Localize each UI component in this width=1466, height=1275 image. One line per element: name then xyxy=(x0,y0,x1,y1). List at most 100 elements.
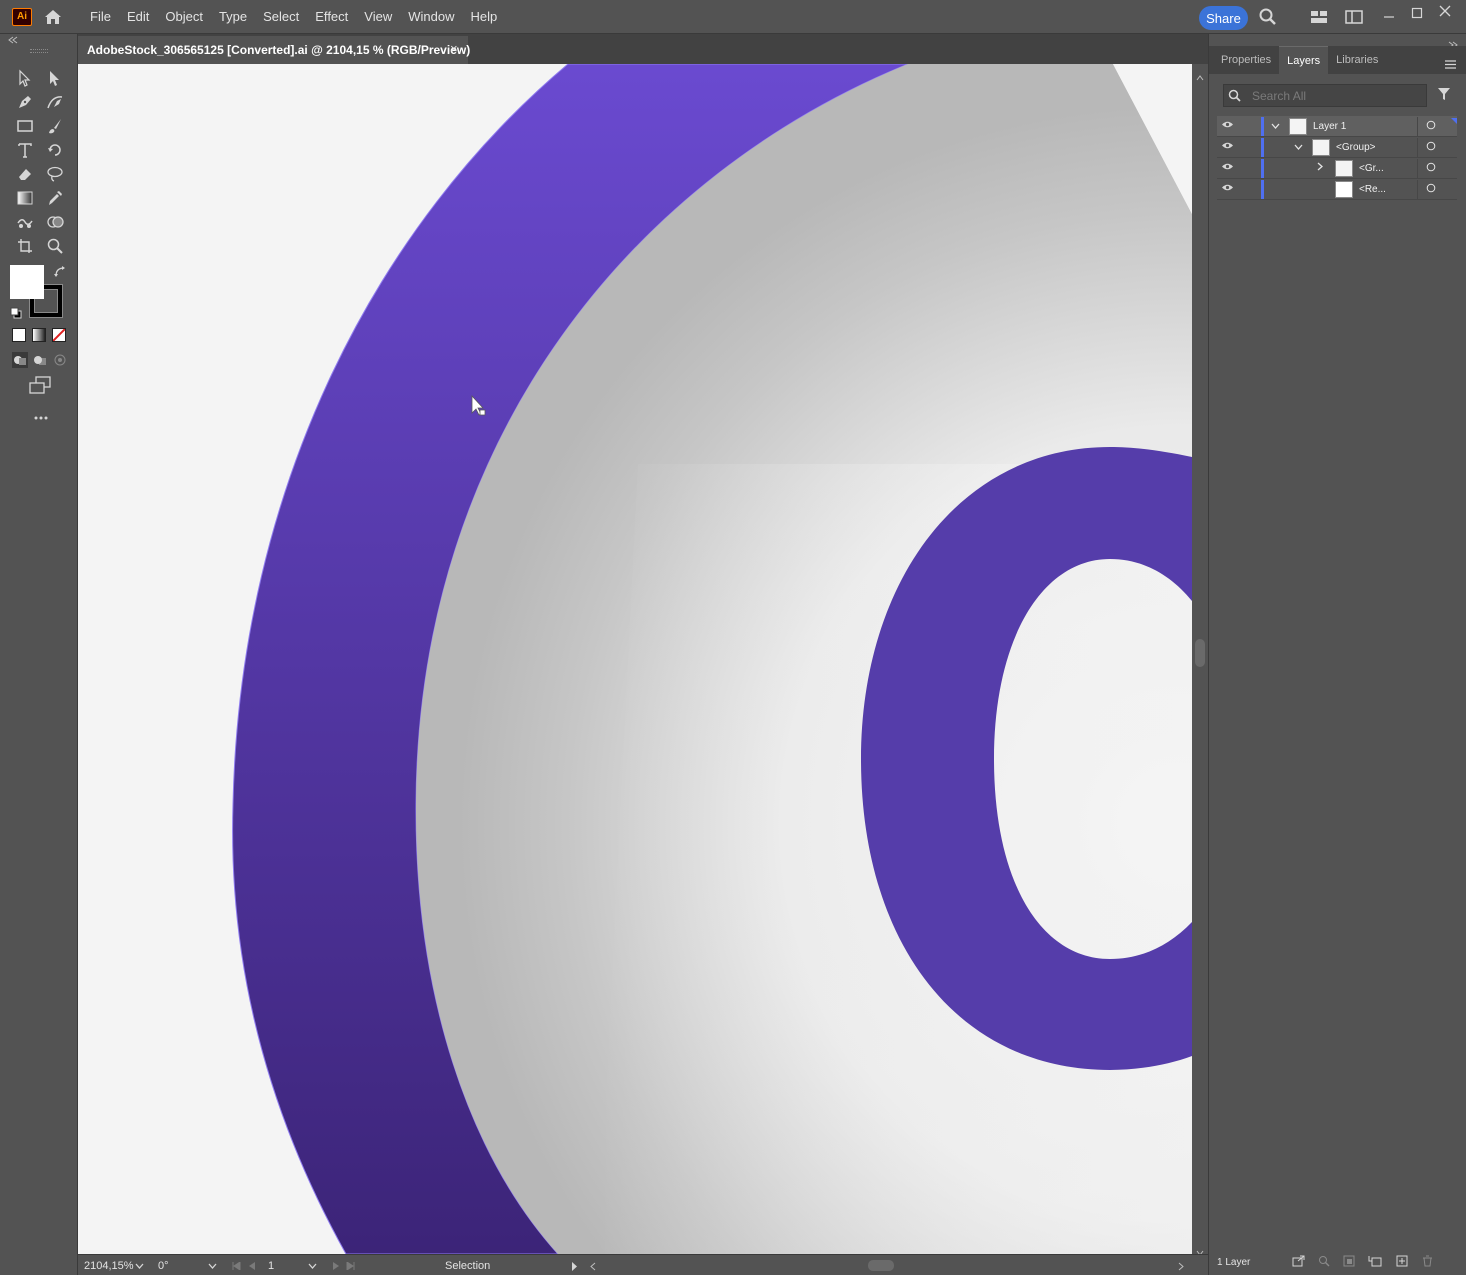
fill-swatch-front[interactable] xyxy=(10,265,44,299)
menu-window[interactable]: Window xyxy=(400,0,462,34)
more-tools-icon[interactable] xyxy=(33,408,49,426)
delete-layer-icon[interactable] xyxy=(1422,1255,1433,1270)
rotate-tool-icon[interactable] xyxy=(44,139,66,161)
search-placeholder: Search All xyxy=(1252,88,1307,103)
scroll-right-icon[interactable] xyxy=(1178,1258,1184,1274)
menu-type[interactable]: Type xyxy=(211,0,255,34)
layer-name: <Gr... xyxy=(1359,162,1384,174)
collapse-toolbar-icon[interactable] xyxy=(8,36,18,46)
clipping-mask-icon[interactable] xyxy=(1343,1255,1355,1270)
visibility-eye-icon[interactable] xyxy=(1221,183,1234,195)
menu-view[interactable]: View xyxy=(356,0,400,34)
layer-row-layer-1[interactable]: Layer 1 xyxy=(1217,116,1457,137)
curvature-tool-icon[interactable] xyxy=(44,91,66,113)
direct-selection-tool-icon[interactable] xyxy=(44,67,66,89)
close-window-icon[interactable] xyxy=(1435,2,1455,20)
panel-menu-icon[interactable] xyxy=(1445,56,1456,74)
zoom-dropdown-icon[interactable] xyxy=(135,1258,144,1274)
artboard-dropdown-icon[interactable] xyxy=(308,1258,317,1274)
filter-icon[interactable] xyxy=(1437,87,1451,106)
collapse-chevron-icon[interactable] xyxy=(1317,162,1323,174)
eraser-tool-icon[interactable] xyxy=(14,163,36,185)
draw-behind-icon[interactable] xyxy=(32,352,48,373)
menu-select[interactable]: Select xyxy=(255,0,307,34)
canvas[interactable] xyxy=(78,64,1192,1254)
search-icon xyxy=(1228,89,1241,107)
home-icon[interactable] xyxy=(42,6,64,28)
minimize-icon[interactable] xyxy=(1379,8,1399,26)
selection-tool-icon[interactable] xyxy=(14,67,36,89)
layer-row-rectangle[interactable]: <Re... xyxy=(1217,179,1457,200)
scroll-up-icon[interactable] xyxy=(1196,68,1204,86)
first-artboard-icon[interactable] xyxy=(231,1258,241,1274)
share-button[interactable]: Share xyxy=(1199,6,1248,30)
arrange-documents-icon[interactable] xyxy=(1309,8,1329,26)
layer-color-bar xyxy=(1261,159,1264,178)
shape-builder-tool-icon[interactable] xyxy=(44,211,66,233)
export-icon[interactable] xyxy=(1292,1255,1305,1270)
current-tool-status: Selection xyxy=(445,1258,565,1274)
menu-file[interactable]: File xyxy=(82,0,119,34)
rotation-dropdown-icon[interactable] xyxy=(208,1258,217,1274)
expand-chevron-icon[interactable] xyxy=(1271,121,1280,132)
expand-chevron-icon[interactable] xyxy=(1294,142,1303,153)
artboard-number: 1 xyxy=(268,1260,275,1272)
visibility-eye-icon[interactable] xyxy=(1221,120,1234,132)
color-mode-icon[interactable] xyxy=(12,328,26,342)
maximize-icon[interactable] xyxy=(1407,4,1427,22)
next-artboard-icon[interactable] xyxy=(332,1258,340,1274)
workspace-icon[interactable] xyxy=(1344,8,1364,26)
toolbar-grip[interactable] xyxy=(30,49,48,53)
type-tool-icon[interactable] xyxy=(14,139,36,161)
new-sublayer-icon[interactable] xyxy=(1368,1255,1382,1270)
artboard-number-field[interactable]: 1 xyxy=(268,1258,302,1274)
gradient-mode-icon[interactable] xyxy=(32,328,46,342)
menu-object[interactable]: Object xyxy=(157,0,211,34)
tab-libraries[interactable]: Libraries xyxy=(1328,46,1386,74)
layers-search-input[interactable]: Search All xyxy=(1223,84,1427,107)
visibility-eye-icon[interactable] xyxy=(1221,162,1234,174)
target-circle-icon[interactable] xyxy=(1426,141,1436,154)
scroll-left-icon[interactable] xyxy=(590,1258,596,1274)
vertical-scroll-thumb[interactable] xyxy=(1195,639,1205,667)
document-tab[interactable]: AdobeStock_306565125 [Converted].ai @ 21… xyxy=(78,36,470,64)
screen-mode-icon[interactable] xyxy=(29,376,51,399)
swap-fill-stroke-icon[interactable] xyxy=(53,265,67,284)
tab-layers[interactable]: Layers xyxy=(1279,46,1329,74)
zoom-tool-icon[interactable] xyxy=(44,235,66,257)
new-layer-icon[interactable] xyxy=(1396,1255,1408,1270)
last-artboard-icon[interactable] xyxy=(346,1258,356,1274)
gradient-tool-icon[interactable] xyxy=(14,187,36,209)
target-circle-icon[interactable] xyxy=(1426,183,1436,196)
rotation-field[interactable]: 0° xyxy=(158,1258,198,1274)
status-menu-icon[interactable] xyxy=(571,1258,578,1274)
menu-help[interactable]: Help xyxy=(462,0,505,34)
pen-tool-icon[interactable] xyxy=(14,91,36,113)
layer-row-subgroup[interactable]: <Gr... xyxy=(1217,158,1457,179)
target-circle-icon[interactable] xyxy=(1426,120,1436,133)
lasso-tool-icon[interactable] xyxy=(44,163,66,185)
layer-color-bar xyxy=(1261,180,1264,199)
none-mode-icon[interactable] xyxy=(52,328,66,342)
paintbrush-tool-icon[interactable] xyxy=(44,115,66,137)
rectangle-tool-icon[interactable] xyxy=(14,115,36,137)
artwork xyxy=(78,64,1192,1254)
layer-row-group[interactable]: <Group> xyxy=(1217,137,1457,158)
tab-properties[interactable]: Properties xyxy=(1213,46,1279,74)
search-icon[interactable] xyxy=(1258,8,1278,26)
draw-inside-icon[interactable] xyxy=(52,352,68,373)
artboard-tool-icon[interactable] xyxy=(14,235,36,257)
target-circle-icon[interactable] xyxy=(1426,162,1436,175)
draw-normal-icon[interactable] xyxy=(12,352,28,373)
menu-edit[interactable]: Edit xyxy=(119,0,157,34)
prev-artboard-icon[interactable] xyxy=(248,1258,256,1274)
puppet-warp-tool-icon[interactable] xyxy=(14,211,36,233)
menu-effect[interactable]: Effect xyxy=(307,0,356,34)
visibility-eye-icon[interactable] xyxy=(1221,141,1234,153)
locate-object-icon[interactable] xyxy=(1318,1255,1330,1270)
default-colors-icon[interactable] xyxy=(10,306,22,324)
vertical-scrollbar[interactable] xyxy=(1192,64,1208,1256)
horizontal-scroll-thumb[interactable] xyxy=(868,1260,894,1271)
eyedropper-tool-icon[interactable] xyxy=(44,187,66,209)
close-tab-icon[interactable]: × xyxy=(450,41,458,56)
